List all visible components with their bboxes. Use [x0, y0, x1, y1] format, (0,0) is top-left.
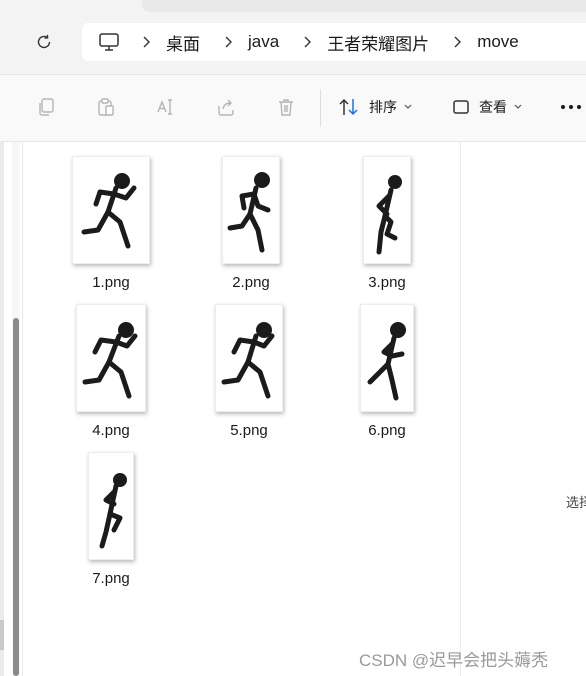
navigation-pane-edge: [0, 142, 4, 676]
file-thumbnail[interactable]: [363, 156, 411, 264]
running-figure-icon: [81, 173, 137, 249]
copy-icon: [39, 98, 54, 116]
file-name: 2.png: [232, 274, 270, 291]
file-item[interactable]: 2.png: [201, 156, 301, 296]
copy-button[interactable]: [34, 95, 58, 119]
file-name: 3.png: [368, 274, 406, 291]
breadcrumb-item-move[interactable]: move: [477, 32, 519, 52]
file-grid: 1.png 2.png 3.png 4.png 5.png 6.png 7.pn…: [23, 142, 461, 676]
view-button[interactable]: 查看: [452, 95, 522, 119]
running-figure-icon: [99, 473, 127, 549]
chevron-right-icon: [453, 35, 465, 49]
share-icon: [218, 99, 234, 116]
breadcrumb-item-images[interactable]: 王者荣耀图片: [327, 30, 429, 55]
paste-button[interactable]: [94, 95, 118, 119]
chevron-down-icon: [404, 104, 412, 110]
file-item[interactable]: 4.png: [61, 304, 161, 444]
scrollbar-thumb[interactable]: [13, 318, 19, 676]
address-bar: 桌面 java 王者荣耀图片 move: [0, 0, 586, 75]
details-pane: 选择: [461, 142, 586, 676]
refresh-icon: [37, 34, 51, 49]
file-name: 4.png: [92, 422, 130, 439]
view-label: 查看: [479, 99, 507, 115]
file-item[interactable]: 5.png: [199, 304, 299, 444]
file-thumbnail[interactable]: [88, 452, 134, 560]
rename-button[interactable]: [154, 95, 178, 119]
delete-button[interactable]: [274, 95, 298, 119]
running-figure-icon: [367, 322, 406, 401]
file-item[interactable]: 1.png: [61, 156, 161, 296]
toolbar-divider: [320, 89, 321, 127]
chevron-right-icon: [142, 35, 154, 49]
breadcrumb-item-desktop[interactable]: 桌面: [166, 30, 200, 55]
file-thumbnail[interactable]: [72, 156, 150, 264]
paste-icon: [98, 98, 114, 116]
this-pc-icon[interactable]: [98, 31, 120, 53]
file-name: 6.png: [368, 422, 406, 439]
file-name: 7.png: [92, 570, 130, 587]
breadcrumb[interactable]: 桌面 java 王者荣耀图片 move: [82, 23, 586, 61]
file-thumbnail[interactable]: [222, 156, 280, 264]
chevron-down-icon: [514, 104, 522, 110]
more-dot-icon: [561, 105, 565, 109]
file-item[interactable]: 7.png: [61, 452, 161, 592]
file-thumbnail[interactable]: [215, 304, 283, 412]
nav-edge-tab: [0, 620, 4, 650]
file-thumbnail[interactable]: [76, 304, 146, 412]
running-figure-icon: [82, 322, 138, 399]
more-dot-icon: [569, 105, 573, 109]
running-figure-icon: [227, 172, 271, 253]
file-name: 1.png: [92, 274, 130, 291]
navigation-scrollbar[interactable]: [12, 142, 20, 676]
file-thumbnail[interactable]: [360, 304, 414, 412]
file-name: 5.png: [230, 422, 268, 439]
share-button[interactable]: [214, 95, 238, 119]
rename-icon: [157, 99, 172, 115]
trash-icon: [279, 99, 293, 116]
view-icon: [453, 100, 469, 114]
command-bar: 排序 查看: [0, 75, 586, 142]
sort-label: 排序: [369, 99, 397, 115]
chevron-right-icon: [303, 35, 315, 49]
sort-button[interactable]: 排序: [338, 95, 412, 119]
breadcrumb-item-java[interactable]: java: [248, 32, 279, 52]
more-options-button[interactable]: [561, 105, 581, 109]
watermark: CSDN @迟早会把头薅秃: [359, 651, 549, 670]
details-hint: 选择: [566, 495, 586, 510]
more-dot-icon: [577, 105, 581, 109]
running-figure-icon: [221, 322, 275, 399]
sort-icon: [339, 98, 358, 116]
refresh-button[interactable]: [30, 28, 58, 56]
file-item[interactable]: 6.png: [337, 304, 437, 444]
title-tab-edge: [142, 0, 586, 12]
file-item[interactable]: 3.png: [337, 156, 437, 296]
chevron-right-icon: [224, 35, 236, 49]
running-figure-icon: [376, 175, 402, 255]
